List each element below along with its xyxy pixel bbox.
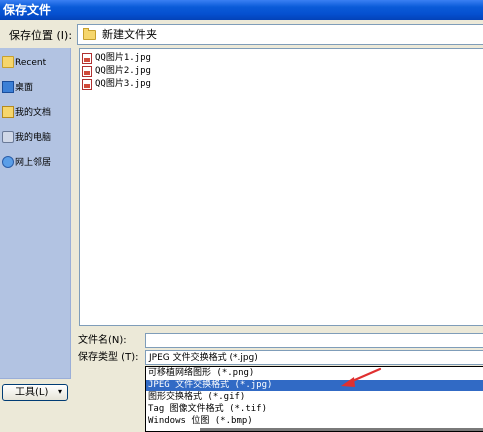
place-label: 我的电脑 bbox=[15, 133, 52, 143]
title-bar[interactable]: 保存文件 bbox=[0, 0, 483, 20]
file-name: QQ图片3.jpg bbox=[95, 79, 151, 89]
place-label: 桌面 bbox=[15, 83, 34, 93]
recent-folder-icon bbox=[2, 56, 14, 68]
place-network[interactable]: 网上邻居 bbox=[0, 152, 70, 174]
chevron-down-icon: ▾ bbox=[58, 387, 63, 396]
place-label: 我的文档 bbox=[15, 108, 52, 118]
save-in-label: 保存位置 (I): bbox=[9, 29, 73, 42]
file-list[interactable]: QQ图片1.jpg QQ图片2.jpg QQ图片3.jpg bbox=[79, 48, 483, 326]
filetype-value: JPEG 文件交换格式 (*.jpg) bbox=[149, 353, 258, 363]
filetype-dropdown-list[interactable]: 可移植网络图形 (*.png) JPEG 文件交换格式 (*.jpg) 图形交换… bbox=[145, 366, 483, 432]
my-documents-icon bbox=[2, 106, 14, 118]
place-label: 网上邻居 bbox=[15, 158, 52, 168]
place-my-documents[interactable]: 我的文档 bbox=[0, 102, 70, 124]
filetype-option-gif[interactable]: 图形交换格式 (*.gif) bbox=[146, 392, 483, 403]
filetype-option-jpg[interactable]: JPEG 文件交换格式 (*.jpg) bbox=[146, 380, 483, 391]
network-places-icon bbox=[2, 156, 14, 168]
jpg-file-icon bbox=[82, 66, 92, 77]
filetype-label: 保存类型 (T): bbox=[78, 352, 139, 363]
annotation-arrow-icon bbox=[341, 367, 382, 387]
folder-icon bbox=[83, 28, 96, 40]
filename-input[interactable] bbox=[145, 333, 483, 348]
file-name: QQ图片1.jpg bbox=[95, 53, 151, 63]
jpg-file-icon bbox=[82, 79, 92, 90]
tools-button[interactable]: 工具(L) ▾ bbox=[2, 384, 68, 401]
save-in-value: 新建文件夹 bbox=[102, 28, 157, 41]
place-recent[interactable]: Recent bbox=[0, 52, 70, 74]
filename-label: 文件名(N): bbox=[78, 335, 127, 346]
tools-label: 工具(L) bbox=[15, 387, 49, 398]
places-bar: Recent 桌面 我的文档 我的电脑 网上邻居 bbox=[0, 48, 71, 379]
place-desktop[interactable]: 桌面 bbox=[0, 77, 70, 99]
filetype-option-png[interactable]: 可移植网络图形 (*.png) bbox=[146, 368, 483, 379]
my-computer-icon bbox=[2, 131, 14, 143]
desktop-icon bbox=[2, 81, 14, 93]
save-in-combo[interactable]: 新建文件夹 bbox=[77, 24, 483, 45]
window-title: 保存文件 bbox=[3, 3, 52, 17]
file-name: QQ图片2.jpg bbox=[95, 66, 151, 76]
place-label: Recent bbox=[15, 58, 47, 68]
jpg-file-icon bbox=[82, 53, 92, 64]
filetype-select[interactable]: JPEG 文件交换格式 (*.jpg) bbox=[145, 350, 483, 365]
filetype-option-tif[interactable]: Tag 图像文件格式 (*.tif) bbox=[146, 404, 483, 415]
filetype-option-bmp[interactable]: Windows 位图 (*.bmp) bbox=[146, 416, 483, 427]
place-my-computer[interactable]: 我的电脑 bbox=[0, 127, 70, 149]
